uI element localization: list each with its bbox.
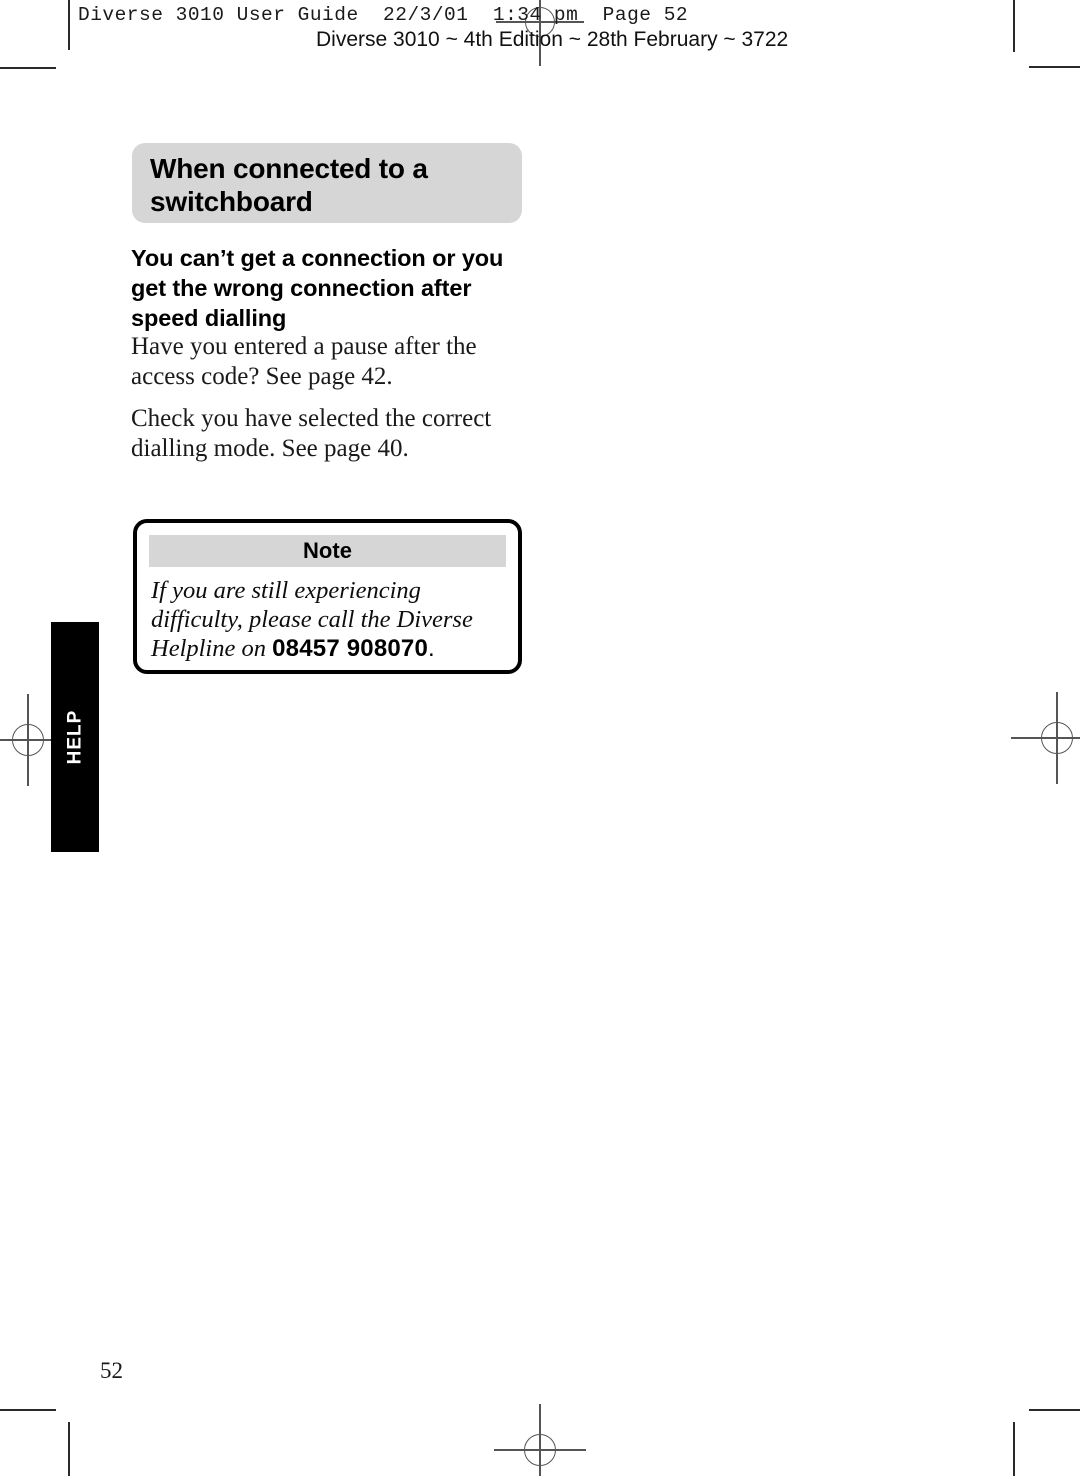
side-tab-help: HELP	[51, 622, 99, 852]
registration-mark-right	[1011, 692, 1080, 784]
note-header-bar: Note	[149, 535, 506, 567]
print-slug-line-2: Diverse 3010 ~ 4th Edition ~ 28th Februa…	[316, 28, 789, 51]
side-tab-help-label: HELP	[64, 709, 85, 765]
crop-mark-top-left-vertical	[68, 0, 70, 50]
crop-mark-bottom-left-vertical	[68, 1422, 70, 1476]
page-number: 52	[100, 1358, 123, 1383]
subheading: You can’t get a connection or you get th…	[131, 245, 504, 331]
registration-mark-bottom-center	[494, 1404, 586, 1476]
body-paragraph-1: Have you entered a pause after the acces…	[131, 333, 477, 390]
document-page: Diverse 3010 User Guide 22/3/01 1:34 pm …	[0, 0, 1080, 1476]
section-title-line-2: switchboard	[150, 186, 313, 217]
note-header-label: Note	[303, 538, 352, 563]
section-title-panel: When connected to a switchboard	[132, 143, 522, 223]
crop-mark-top-right-vertical	[1013, 0, 1015, 52]
note-body-text: If you are still experiencing difficulty…	[151, 576, 511, 663]
crop-mark-bottom-right-vertical	[1013, 1422, 1015, 1476]
note-helpline-period: .	[428, 635, 435, 662]
note-helpline-number: 08457 908070	[272, 635, 429, 662]
body-paragraph-2: Check you have selected the correct dial…	[131, 405, 492, 462]
note-box: Note If you are still experiencing diffi…	[133, 519, 522, 674]
crop-mark-top-right-horizontal	[1029, 66, 1080, 68]
print-slug-line-1: Diverse 3010 User Guide 22/3/01 1:34 pm …	[78, 4, 689, 26]
section-title-line-1: When connected to a	[150, 153, 428, 184]
crop-mark-bottom-right-horizontal	[1029, 1409, 1080, 1411]
crop-mark-top-left-horizontal	[0, 67, 56, 69]
crop-mark-bottom-left-horizontal	[0, 1409, 56, 1411]
